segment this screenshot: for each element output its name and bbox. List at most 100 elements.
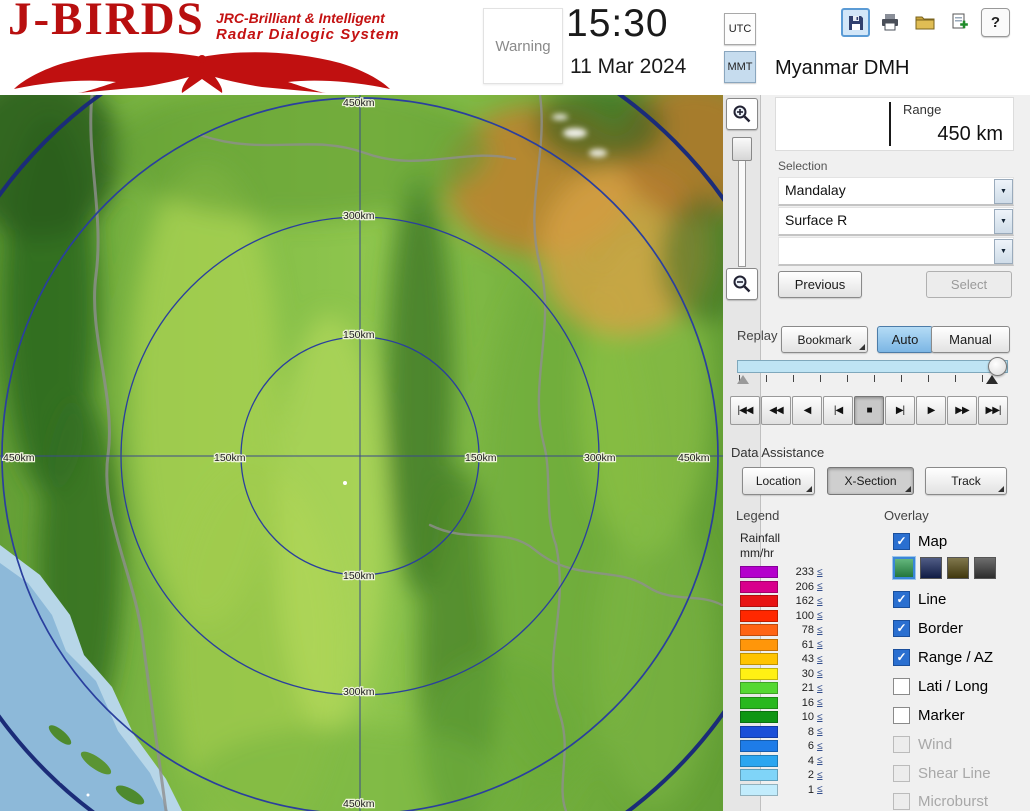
station-dropdown[interactable]: Mandalay: [778, 177, 1014, 206]
map-style-navy-button[interactable]: [920, 557, 942, 579]
export-image-button[interactable]: [946, 8, 973, 35]
svg-text:150km: 150km: [465, 452, 497, 464]
legend-swatch: [740, 624, 778, 636]
checkbox-icon[interactable]: [893, 707, 910, 724]
overlay-item-line[interactable]: Line: [893, 589, 946, 609]
previous-button[interactable]: Previous: [778, 271, 862, 298]
zoom-out-button[interactable]: [726, 268, 758, 300]
warning-label: Warning: [495, 38, 550, 55]
map-style-olive-button[interactable]: [947, 557, 969, 579]
skip-to-end-button[interactable]: ▶▶|: [978, 396, 1008, 425]
overlay-item-microburst: Microburst: [893, 791, 988, 811]
x-section-button[interactable]: X-Section: [827, 467, 914, 495]
chevron-down-icon[interactable]: [994, 239, 1013, 264]
zoom-slider-thumb[interactable]: [732, 137, 752, 161]
map-style-grey-button[interactable]: [974, 557, 996, 579]
legend-value: 162: [782, 595, 814, 607]
legend-value: 6: [782, 740, 814, 752]
map-style-green-button[interactable]: [893, 557, 915, 579]
timeline-thumb[interactable]: [988, 357, 1007, 376]
overlay-item-range-az[interactable]: Range / AZ: [893, 647, 993, 667]
step-forward-button[interactable]: ▶|: [885, 396, 915, 425]
station-dropdown-value: Mandalay: [785, 182, 846, 198]
legend-lte: ≤: [817, 567, 823, 578]
checkbox-icon[interactable]: [893, 649, 910, 666]
chevron-down-icon[interactable]: [994, 179, 1013, 204]
location-button[interactable]: Location: [742, 467, 815, 495]
legend-swatch: [740, 784, 778, 796]
select-button[interactable]: Select: [926, 271, 1012, 298]
bookmark-button[interactable]: Bookmark: [781, 326, 868, 353]
checkbox-icon[interactable]: [893, 620, 910, 637]
skip-to-start-button[interactable]: |◀◀: [730, 396, 760, 425]
auto-mode-button[interactable]: Auto: [877, 326, 933, 353]
stop-button[interactable]: ■: [854, 396, 884, 425]
svg-text:450km: 450km: [678, 452, 710, 464]
print-button[interactable]: [876, 8, 903, 35]
overlay-item-label: Map: [918, 533, 947, 550]
radar-site-marker: [343, 481, 347, 485]
help-button[interactable]: ?: [981, 8, 1010, 37]
overlay-item-map[interactable]: Map: [893, 531, 947, 551]
manual-mode-button[interactable]: Manual: [931, 326, 1010, 353]
legend-row: 16≤: [740, 696, 823, 711]
checkbox-icon: [893, 793, 910, 810]
save-button[interactable]: [841, 8, 870, 37]
utc-label: UTC: [729, 23, 752, 35]
legend-value: 43: [782, 653, 814, 665]
checkbox-icon[interactable]: [893, 591, 910, 608]
legend-lte: ≤: [817, 683, 823, 694]
overlay-item-label: Range / AZ: [918, 649, 993, 666]
legend-row: 6≤: [740, 739, 823, 754]
timeline-ticks: [739, 375, 1006, 382]
legend-row: 2≤: [740, 768, 823, 783]
data-assistance-label: Data Assistance: [731, 445, 824, 460]
legend-swatch: [740, 697, 778, 709]
legend-value: 61: [782, 639, 814, 651]
legend-row: 30≤: [740, 667, 823, 682]
legend-lte: ≤: [817, 654, 823, 665]
legend-lte: ≤: [817, 697, 823, 708]
checkbox-icon[interactable]: [893, 678, 910, 695]
timeline-track[interactable]: [737, 360, 1008, 373]
legend-unit-line1: Rainfall: [740, 531, 780, 545]
folder-icon: [915, 13, 935, 31]
logo-tagline: JRC-Brilliant & Intelligent Radar Dialog…: [216, 10, 400, 43]
open-file-button[interactable]: [911, 8, 938, 35]
replay-timeline: [737, 357, 1008, 391]
legend-row: 1≤: [740, 783, 823, 798]
product-dropdown[interactable]: Surface R: [778, 207, 1014, 236]
svg-text:450km: 450km: [343, 97, 375, 109]
overlay-item-lati-long[interactable]: Lati / Long: [893, 676, 988, 696]
jbirds-application-window: J-BIRDS JRC-Brilliant & Intelligent Rada…: [0, 0, 1030, 811]
question-mark-icon: ?: [991, 14, 1000, 31]
play-reverse-button[interactable]: ◀: [792, 396, 822, 425]
overlay-item-marker[interactable]: Marker: [893, 705, 965, 725]
legend-lte: ≤: [817, 755, 823, 766]
play-button[interactable]: ▶: [916, 396, 946, 425]
header-bar: J-BIRDS JRC-Brilliant & Intelligent Rada…: [0, 0, 1030, 95]
legend-row: 206≤: [740, 580, 823, 595]
warning-indicator[interactable]: Warning: [483, 8, 563, 84]
page-add-icon: [950, 13, 970, 31]
legend-row: 162≤: [740, 594, 823, 609]
mmt-toggle-button[interactable]: MMT: [724, 51, 756, 83]
eagle-logo-icon: [12, 47, 392, 93]
radar-map-display[interactable]: 450km 300km 150km 150km 300km 450km 450k…: [0, 95, 723, 811]
checkbox-icon[interactable]: [893, 533, 910, 550]
legend-lte: ≤: [817, 610, 823, 621]
legend-value: 4: [782, 755, 814, 767]
track-button[interactable]: Track: [925, 467, 1007, 495]
step-back-button[interactable]: |◀: [823, 396, 853, 425]
chevron-down-icon[interactable]: [994, 209, 1013, 234]
overlay-item-border[interactable]: Border: [893, 618, 963, 638]
option-dropdown[interactable]: [778, 237, 1014, 266]
zoom-in-button[interactable]: [726, 98, 758, 130]
fast-forward-button[interactable]: ▶▶: [947, 396, 977, 425]
replay-label: Replay: [737, 328, 777, 343]
select-label: Select: [951, 277, 987, 292]
manual-label: Manual: [949, 332, 992, 347]
fast-rewind-button[interactable]: ◀◀: [761, 396, 791, 425]
utc-toggle-button[interactable]: UTC: [724, 13, 756, 45]
floppy-disk-icon: [847, 14, 865, 32]
